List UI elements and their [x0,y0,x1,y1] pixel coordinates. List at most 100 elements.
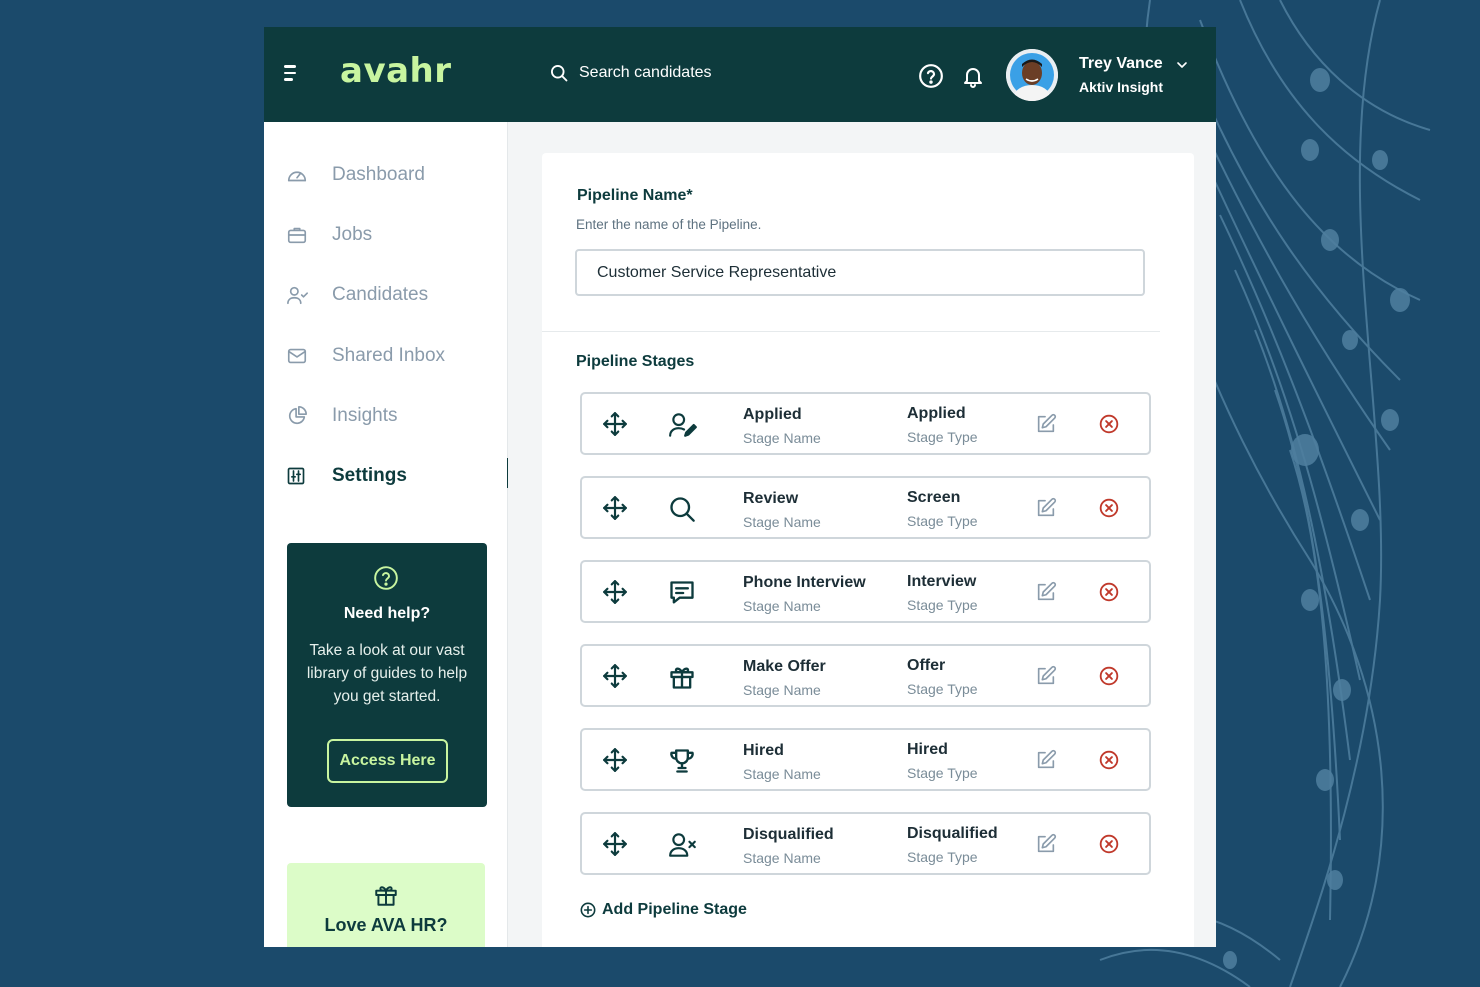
pipeline-name-hint: Enter the name of the Pipeline. [576,217,762,232]
delete-circle-x-icon[interactable] [1099,750,1119,770]
stage-type-label: Stage Type [907,765,978,781]
user-edit-icon [669,413,697,437]
sidebar-item-label: Jobs [332,224,373,245]
stage-name: Phone Interview [743,574,866,591]
user-name[interactable]: Trey Vance [1079,55,1163,73]
stage-name-label: Stage Name [743,682,821,698]
sidebar: Dashboard Jobs Candidates Shared Inbox I [264,122,510,947]
edit-icon[interactable] [1035,497,1057,519]
stage-name: Review [743,490,799,507]
stage-type: Disqualified [907,825,998,842]
edit-icon[interactable] [1035,833,1057,855]
delete-circle-x-icon[interactable] [1099,414,1119,434]
stage-name: Applied [743,406,802,423]
dashboard-gauge-icon [287,171,307,182]
add-pipeline-stage-label: Add Pipeline Stage [602,901,747,918]
main-content: Pipeline Name* Enter the name of the Pip… [508,122,1216,947]
sidebar-item-label: Dashboard [332,164,425,185]
access-here-button[interactable]: Access Here [327,739,448,783]
stage-name: Make Offer [743,658,826,675]
delete-circle-x-icon[interactable] [1099,834,1119,854]
edit-icon[interactable] [1035,581,1057,603]
stage-row: Disqualified Stage Name Disqualified Sta… [580,812,1151,875]
stage-name-label: Stage Name [743,514,821,530]
avatar-image [1006,49,1058,101]
top-bar: avahr Trey Vance Aktiv Insight [264,27,1216,122]
sidebar-item-jobs[interactable]: Jobs [286,217,508,253]
edit-icon[interactable] [1035,665,1057,687]
help-icon[interactable] [918,63,944,89]
stage-row: Phone Interview Stage Name Interview Sta… [580,560,1151,623]
sliders-icon [287,467,305,485]
trophy-icon [670,749,694,773]
stage-type-label: Stage Type [907,429,978,445]
mail-icon [287,348,307,364]
stage-type-label: Stage Type [907,681,978,697]
stage-type: Screen [907,489,961,506]
briefcase-icon [287,227,307,244]
app-logo[interactable]: avahr [340,51,452,91]
drag-move-icon[interactable] [602,579,628,605]
search-icon [551,65,568,82]
sidebar-item-candidates[interactable]: Candidates [286,277,508,313]
sidebar-item-label: Settings [332,465,407,486]
search-icon [670,497,695,522]
help-circle-icon [374,566,398,590]
search-input[interactable] [579,64,839,82]
drag-move-icon[interactable] [602,495,628,521]
avatar[interactable] [1006,49,1058,101]
stage-type: Interview [907,573,977,590]
sidebar-item-insights[interactable]: Insights [286,398,508,434]
edit-icon[interactable] [1035,749,1057,771]
sidebar-item-label: Shared Inbox [332,345,446,366]
divider [542,331,1160,332]
stage-type-label: Stage Type [907,849,978,865]
delete-circle-x-icon[interactable] [1099,498,1119,518]
stage-type: Offer [907,657,946,674]
stage-name-label: Stage Name [743,766,821,782]
drag-move-icon[interactable] [602,663,628,689]
drag-move-icon[interactable] [602,747,628,773]
sidebar-item-shared-inbox[interactable]: Shared Inbox [286,338,508,374]
stage-type-label: Stage Type [907,597,978,613]
stage-name-label: Stage Name [743,850,821,866]
app-window: avahr Trey Vance Aktiv Insight [264,27,1216,947]
chevron-down-icon[interactable] [1174,57,1190,73]
pie-chart-icon [288,406,307,425]
delete-circle-x-icon[interactable] [1099,666,1119,686]
sidebar-item-settings[interactable]: Settings [286,458,510,494]
user-x-icon [669,833,696,857]
help-title: Need help? [343,605,431,622]
stage-row: Applied Stage Name Applied Stage Type [580,392,1151,455]
user-check-icon [287,286,308,305]
pipeline-form-card: Pipeline Name* Enter the name of the Pip… [542,153,1194,947]
menu-icon[interactable] [284,65,300,83]
stage-name: Disqualified [743,826,834,843]
stage-row: Hired Stage Name Hired Stage Type [580,728,1151,791]
stage-name: Hired [743,742,784,759]
pipeline-name-label: Pipeline Name* [577,187,693,204]
stage-name-label: Stage Name [743,430,821,446]
pipeline-name-input[interactable] [575,249,1145,296]
love-title: Love AVA HR? [324,915,448,935]
drag-move-icon[interactable] [602,411,628,437]
stage-type: Applied [907,405,966,422]
bell-icon[interactable] [961,63,985,89]
stage-row: Make Offer Stage Name Offer Stage Type [580,644,1151,707]
help-card: Need help? Take a look at our vast libra… [287,543,487,807]
gift-icon [670,667,694,689]
add-pipeline-stage-button[interactable]: Add Pipeline Stage [580,901,747,919]
delete-circle-x-icon[interactable] [1099,582,1119,602]
search-bar[interactable] [549,63,839,83]
chat-icon [670,581,694,604]
drag-move-icon[interactable] [602,831,628,857]
sidebar-item-dashboard[interactable]: Dashboard [286,157,508,193]
stage-type: Hired [907,741,948,758]
user-org: Aktiv Insight [1079,79,1164,95]
stage-type-label: Stage Type [907,513,978,529]
help-text: Take a look at our vast library of guide… [306,642,468,705]
edit-icon[interactable] [1035,413,1057,435]
love-card[interactable]: Love AVA HR? [287,863,485,947]
sidebar-item-label: Candidates [332,284,429,305]
stage-name-label: Stage Name [743,598,821,614]
